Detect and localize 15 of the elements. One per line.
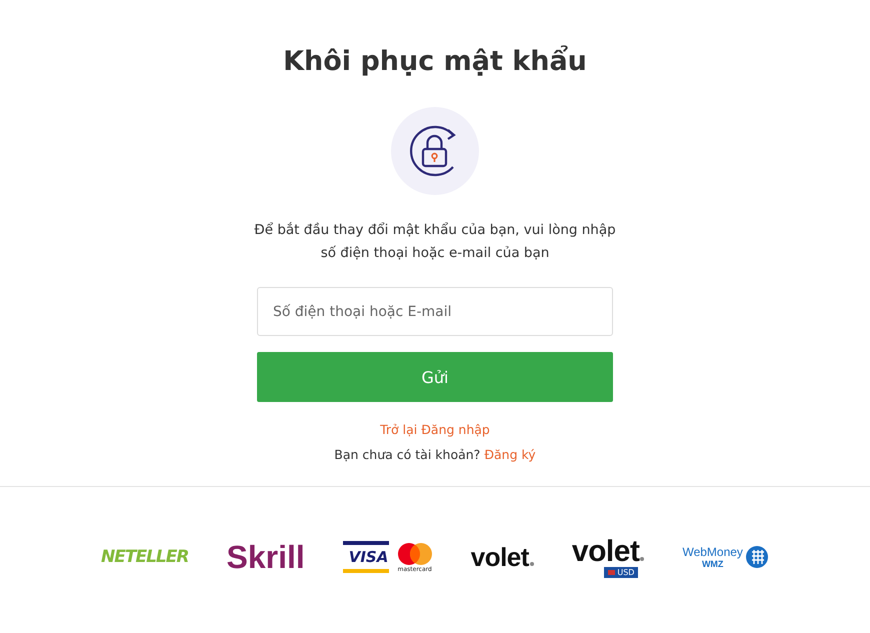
lock-reset-icon xyxy=(391,107,479,195)
volet-logo: volet xyxy=(470,542,534,572)
back-to-login-link[interactable]: Trở lại Đăng nhập xyxy=(380,422,490,437)
phone-email-field[interactable]: Số điện thoại hoặc E-mail xyxy=(257,287,613,336)
register-link[interactable]: Đăng ký xyxy=(484,447,536,462)
submit-button[interactable]: Gửi xyxy=(257,352,613,402)
neteller-logo: NETELLER xyxy=(101,547,188,567)
usd-badge: USD xyxy=(604,566,638,578)
skrill-logo: Skrill xyxy=(226,538,305,576)
instruction-text: Để bắt đầu thay đổi mật khẩu của bạn, vui lòng nhập số điện thoại hoặc e-mail của bạn xyxy=(253,221,617,263)
page-title: Khôi phục mật khẩu xyxy=(283,44,587,79)
volet-logo: volet xyxy=(572,536,644,566)
no-account-text: Bạn chưa có tài khoản? xyxy=(334,447,480,462)
visa-logo: VISA xyxy=(342,541,389,573)
webmoney-logo: WebMoney WMZ xyxy=(682,545,769,569)
